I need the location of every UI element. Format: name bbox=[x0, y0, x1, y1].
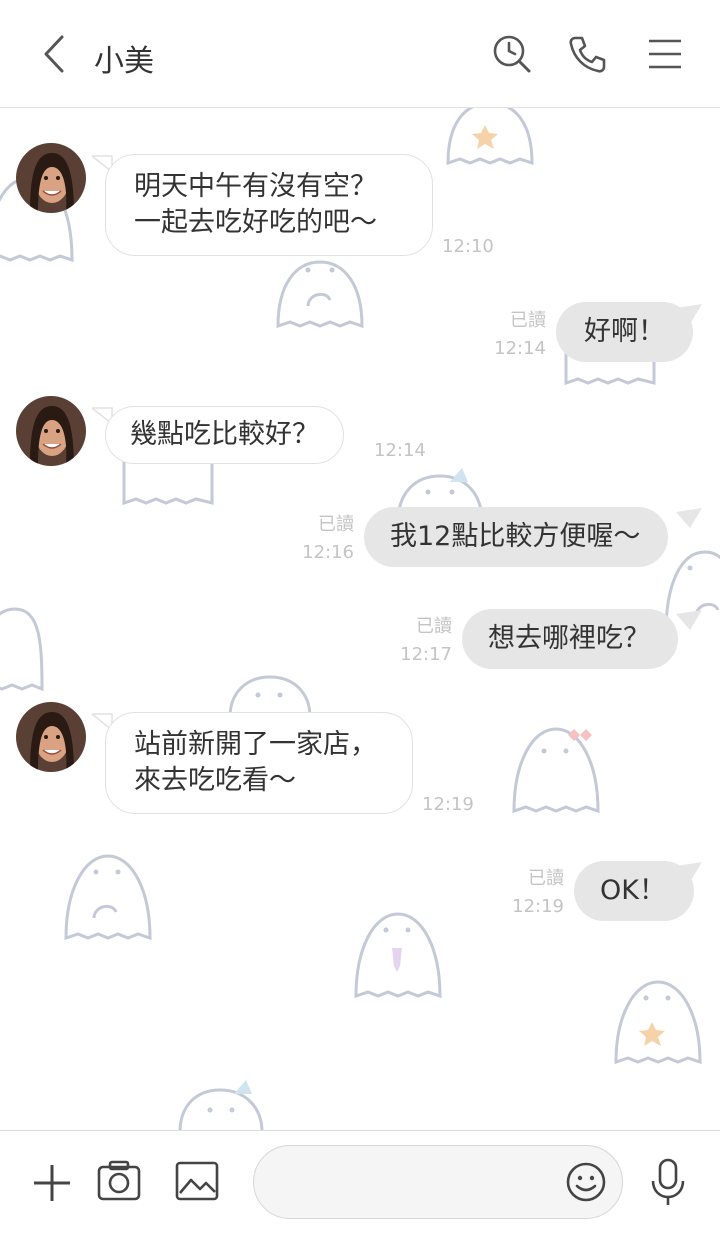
message-time: 12:14 bbox=[494, 338, 546, 359]
read-receipt: 已讀 bbox=[528, 868, 564, 889]
microphone-icon[interactable] bbox=[648, 1157, 688, 1207]
message-bubble-outgoing[interactable]: 想去哪裡吃？ bbox=[462, 609, 678, 669]
plus-icon[interactable] bbox=[30, 1161, 74, 1205]
chat-header: 小美 bbox=[0, 0, 720, 108]
message-time: 12:14 bbox=[374, 440, 426, 461]
message-time: 12:10 bbox=[442, 236, 494, 257]
message-text: 一起去吃好吃的吧～ bbox=[134, 207, 377, 238]
message-time: 12:17 bbox=[400, 644, 452, 665]
read-receipt: 已讀 bbox=[510, 310, 546, 331]
chat-title: 小美 bbox=[94, 44, 154, 79]
emoji-icon[interactable] bbox=[564, 1160, 608, 1204]
message-bubble-incoming[interactable]: 站前新開了一家店， 來去吃吃看～ bbox=[105, 712, 413, 814]
message-bubble-outgoing[interactable]: 我12點比較方便喔～ bbox=[364, 507, 669, 567]
avatar[interactable] bbox=[16, 396, 86, 466]
ghost-icon bbox=[354, 912, 442, 999]
message-bubble-incoming[interactable]: 幾點吃比較好？ bbox=[105, 406, 344, 464]
message-text: 幾點吃比較好？ bbox=[130, 419, 319, 450]
bubble-tail bbox=[676, 610, 702, 630]
ghost-icon bbox=[64, 854, 152, 941]
message-time: 12:16 bbox=[302, 542, 354, 563]
camera-icon[interactable] bbox=[96, 1159, 142, 1203]
read-receipt: 已讀 bbox=[318, 514, 354, 535]
message-text: 好啊！ bbox=[584, 316, 665, 347]
message-time: 12:19 bbox=[422, 794, 474, 815]
ghost-icon bbox=[512, 727, 600, 814]
read-receipt: 已讀 bbox=[416, 616, 452, 637]
message-text: 明天中午有沒有空？ bbox=[134, 171, 377, 202]
chat-area[interactable]: 明天中午有沒有空？ 一起去吃好吃的吧～ 12:10 已讀 12:14 好啊！ 幾… bbox=[0, 108, 720, 1130]
avatar[interactable] bbox=[16, 702, 86, 772]
clock-search-icon[interactable] bbox=[490, 32, 534, 76]
ghost-icon bbox=[276, 260, 364, 329]
image-icon[interactable] bbox=[174, 1159, 220, 1203]
phone-icon[interactable] bbox=[566, 32, 610, 76]
message-text: 我12點比較方便喔～ bbox=[390, 521, 641, 552]
menu-icon[interactable] bbox=[643, 32, 687, 76]
message-time: 12:19 bbox=[512, 896, 564, 917]
message-text: 來去吃吃看～ bbox=[134, 765, 296, 796]
chevron-left-icon[interactable] bbox=[36, 34, 72, 74]
bubble-tail bbox=[676, 304, 702, 324]
message-input[interactable] bbox=[253, 1145, 623, 1219]
avatar[interactable] bbox=[16, 143, 86, 213]
bubble-tail bbox=[676, 508, 702, 528]
ghost-icon bbox=[0, 607, 44, 692]
ghost-icon bbox=[614, 980, 702, 1065]
message-input-bar bbox=[0, 1130, 720, 1233]
ghost-icon bbox=[446, 108, 534, 165]
ghost-icon bbox=[178, 1080, 264, 1130]
bubble-tail bbox=[676, 862, 702, 882]
message-bubble-incoming[interactable]: 明天中午有沒有空？ 一起去吃好吃的吧～ bbox=[105, 154, 433, 256]
message-text: 站前新開了一家店， bbox=[134, 729, 377, 760]
message-text: 想去哪裡吃？ bbox=[488, 623, 650, 654]
message-text: OK！ bbox=[600, 875, 666, 906]
message-bubble-outgoing[interactable]: 好啊！ bbox=[556, 302, 693, 362]
